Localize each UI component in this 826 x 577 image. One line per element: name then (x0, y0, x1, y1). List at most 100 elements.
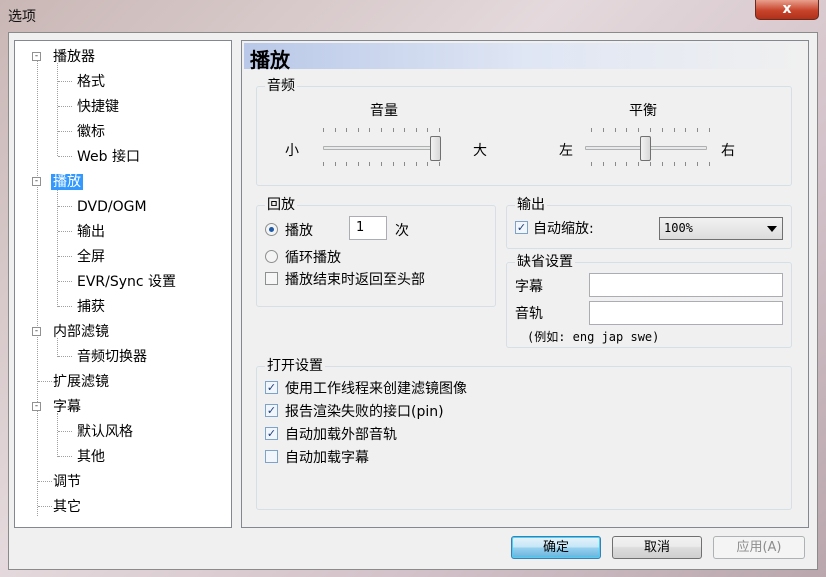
balance-ticks-bottom (591, 162, 710, 166)
play-n-times-radio[interactable] (265, 223, 278, 236)
tree-item-output[interactable]: 输出 (75, 222, 107, 242)
auto-load-audio-checkbox[interactable]: ✓ (265, 427, 278, 440)
volume-slider-track[interactable] (323, 146, 441, 150)
report-pin-failure-checkbox[interactable]: ✓ (265, 404, 278, 417)
tree-item-misc[interactable]: 其它 (51, 497, 83, 517)
tree-item-default-style[interactable]: 默认风格 (75, 422, 135, 442)
tree-connector (58, 231, 72, 232)
slider-tick (661, 128, 663, 132)
collapse-icon[interactable]: - (32, 327, 41, 336)
options-window: 选项 x - - - - 播放器 格式 快捷键 徽标 Web 接口 播放 DVD… (0, 0, 826, 577)
tree-connector (38, 381, 52, 382)
ok-button[interactable]: 确定 (511, 536, 601, 559)
tree-item-label: 字幕 (53, 399, 81, 415)
close-button[interactable]: x (755, 0, 819, 20)
slider-tick (614, 162, 616, 166)
cancel-button[interactable]: 取消 (612, 536, 702, 559)
tree-item-evr-sync[interactable]: EVR/Sync 设置 (75, 272, 178, 292)
slider-tick (346, 128, 348, 132)
audio-language-input[interactable] (589, 301, 783, 325)
volume-label: 音量 (370, 103, 398, 119)
open-settings-legend: 打开设置 (265, 358, 325, 374)
rewind-checkbox[interactable] (265, 272, 278, 285)
tree-item-formats[interactable]: 格式 (75, 72, 107, 92)
tree-branch-line (57, 63, 58, 156)
collapse-icon[interactable]: - (32, 177, 41, 186)
tree-item-external-filters[interactable]: 扩展滤镜 (51, 372, 111, 392)
balance-slider-thumb[interactable] (640, 136, 651, 161)
slider-tick (697, 162, 699, 166)
slider-tick (697, 128, 699, 132)
collapse-icon[interactable]: - (32, 52, 41, 61)
tree-item-shortcuts[interactable]: 快捷键 (75, 97, 121, 117)
defaults-group-legend: 缺省设置 (515, 254, 575, 270)
autozoom-label: 自动缩放: (533, 221, 594, 237)
chevron-down-icon (767, 226, 777, 232)
tree-connector (38, 506, 52, 507)
zoom-select-value: 100% (664, 221, 693, 235)
worker-thread-label: 使用工作线程来创建滤镜图像 (285, 381, 467, 397)
tree-item-subtitles[interactable]: 字幕 (51, 397, 83, 417)
slider-tick (439, 162, 440, 166)
dialog-client: - - - - 播放器 格式 快捷键 徽标 Web 接口 播放 DVD/OGM … (8, 32, 818, 570)
tree-item-logo[interactable]: 徽标 (75, 122, 107, 142)
slider-tick (404, 162, 406, 166)
slider-tick (392, 128, 394, 132)
slider-tick (709, 128, 710, 132)
tree-item-label: 播放器 (53, 49, 95, 65)
settings-panel: 播放 音频 音量 小 大 平衡 左 右 回放 播放 1 次 循环播放 播放结束时… (241, 40, 809, 528)
slider-tick (626, 162, 628, 166)
title-bar[interactable]: 选项 x (0, 0, 826, 30)
slider-tick (323, 128, 324, 132)
loop-radio[interactable] (265, 250, 278, 263)
collapse-icon[interactable]: - (32, 402, 41, 411)
slider-tick (357, 162, 359, 166)
slider-tick (650, 162, 651, 166)
slider-tick (673, 128, 675, 132)
zoom-select[interactable]: 100% (659, 217, 783, 240)
worker-thread-checkbox[interactable]: ✓ (265, 381, 278, 394)
tree-item-subtitles-misc[interactable]: 其他 (75, 447, 107, 467)
loop-label: 循环播放 (285, 250, 341, 266)
tree-item-audio-switcher[interactable]: 音频切换器 (75, 347, 149, 367)
tree-connector (58, 456, 72, 457)
tree-item-label: DVD/OGM (77, 199, 147, 215)
tree-item-tweaks[interactable]: 调节 (51, 472, 83, 492)
window-title: 选项 (8, 9, 36, 25)
tree-item-label: 默认风格 (77, 424, 133, 440)
tree-connector (38, 481, 52, 482)
page-title: 播放 (250, 48, 290, 72)
volume-slider-thumb[interactable] (430, 136, 441, 161)
tree-item-label: 全屏 (77, 249, 105, 265)
tree-item-internal-filters[interactable]: 内部滤镜 (51, 322, 111, 342)
tree-item-playback[interactable]: 播放 (51, 172, 83, 192)
tree-item-web-interface[interactable]: Web 接口 (75, 147, 142, 167)
tree-item-player[interactable]: 播放器 (51, 47, 97, 67)
panel-header: 播放 (244, 43, 806, 72)
volume-ticks-bottom (323, 162, 440, 166)
slider-tick (357, 128, 359, 132)
autozoom-checkbox[interactable]: ✓ (515, 221, 528, 234)
tree-connector (58, 281, 72, 282)
tree-connector (58, 256, 72, 257)
auto-load-subtitles-checkbox[interactable] (265, 450, 278, 463)
tree-item-fullscreen[interactable]: 全屏 (75, 247, 107, 267)
tree-item-label: 捕获 (77, 299, 105, 315)
tree-item-dvd-ogm[interactable]: DVD/OGM (75, 197, 149, 217)
tree-item-label: 其他 (77, 449, 105, 465)
open-settings-group: 打开设置 ✓ 使用工作线程来创建滤镜图像 ✓ 报告渲染失败的接口(pin) ✓ … (256, 358, 792, 510)
tree-item-label: EVR/Sync 设置 (77, 274, 177, 290)
tree-connector (58, 81, 72, 82)
tree-item-label: 输出 (77, 224, 105, 240)
options-tree[interactable]: - - - - 播放器 格式 快捷键 徽标 Web 接口 播放 DVD/OGM … (14, 40, 232, 528)
apply-button[interactable]: 应用(A) (713, 536, 805, 559)
tree-item-capture[interactable]: 捕获 (75, 297, 107, 317)
volume-min-label: 小 (285, 143, 299, 159)
tree-item-label: 音频切换器 (77, 349, 147, 365)
subtitle-language-input[interactable] (589, 273, 783, 297)
tree-item-label: Web 接口 (77, 149, 140, 165)
output-group: 输出 ✓ 自动缩放: 100% (506, 197, 792, 249)
slider-tick (661, 162, 663, 166)
slider-tick (685, 128, 687, 132)
play-count-input[interactable]: 1 (349, 216, 387, 240)
